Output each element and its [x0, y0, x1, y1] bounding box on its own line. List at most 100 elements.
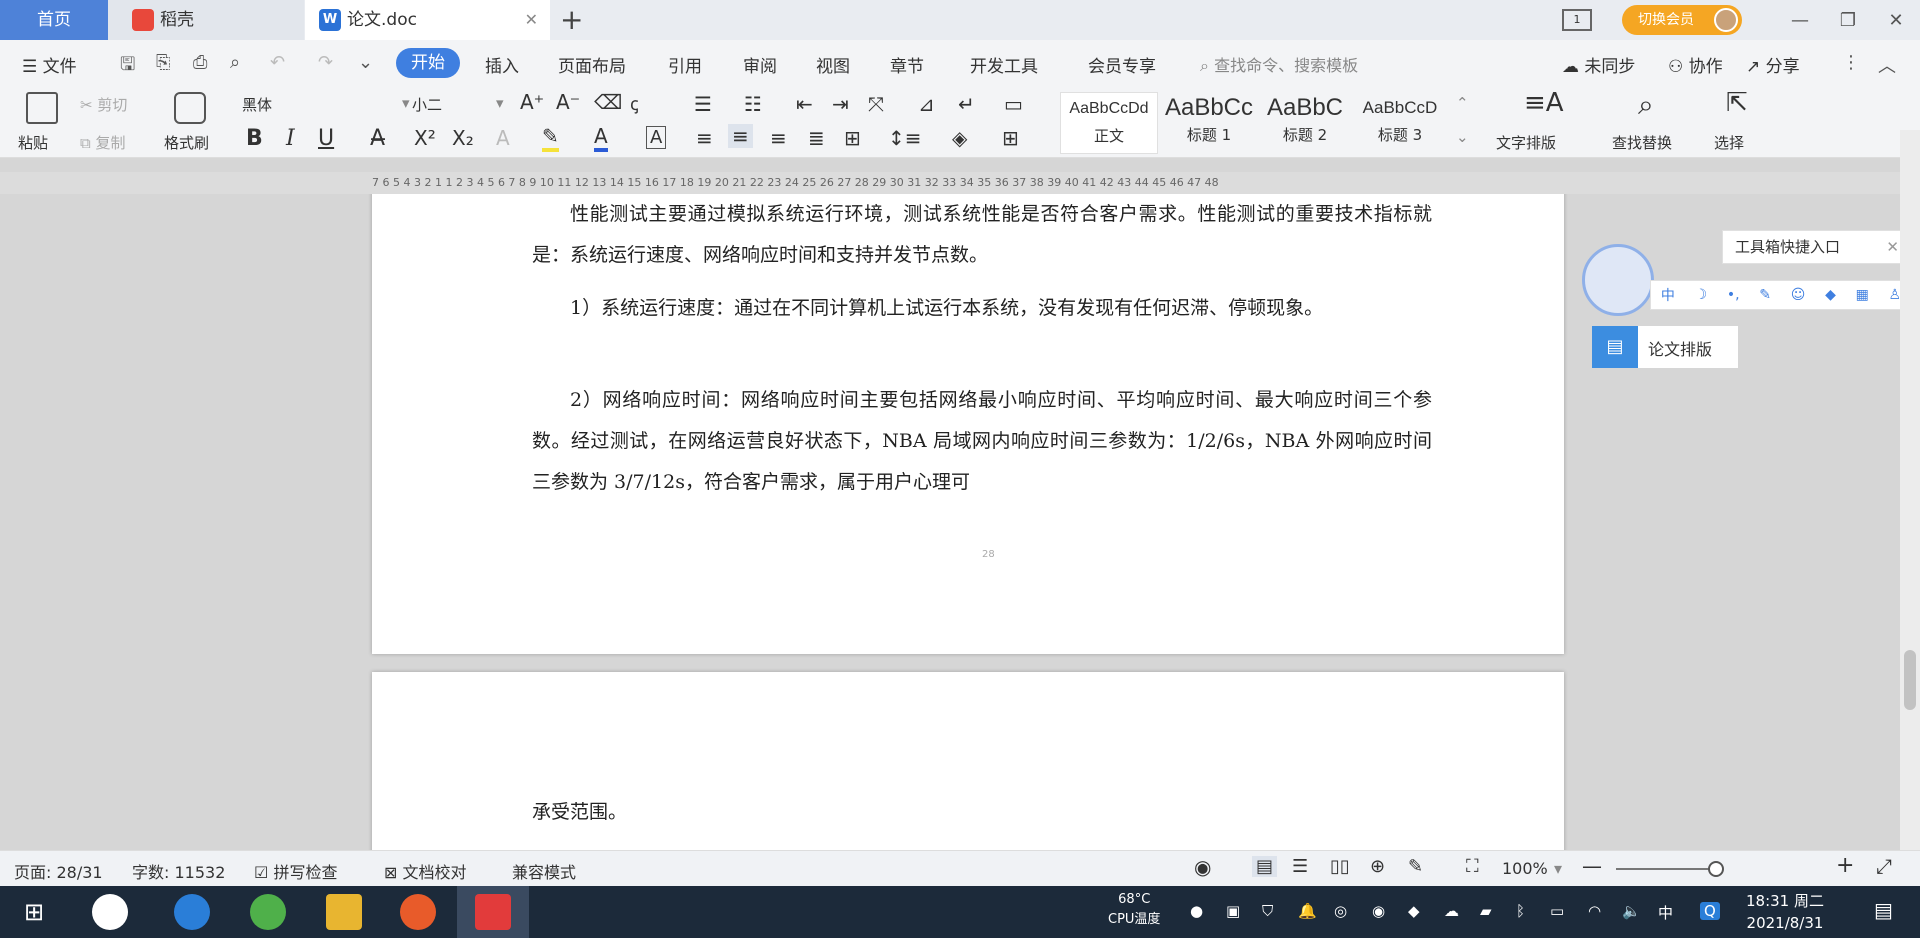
- minimize-icon[interactable]: —: [1776, 10, 1824, 31]
- scrollbar-thumb[interactable]: [1904, 650, 1916, 710]
- avatar[interactable]: [1714, 8, 1738, 32]
- justify-icon[interactable]: ≣: [808, 126, 825, 150]
- collapse-ribbon-icon[interactable]: ︿: [1878, 52, 1896, 78]
- close-tip-icon[interactable]: ✕: [1886, 231, 1899, 263]
- menu-home[interactable]: 开始: [396, 48, 460, 78]
- paragraph-performance-test[interactable]: 性能测试主要通过模拟系统运行环境，测试系统性能是否符合客户需求。性能测试的重要技…: [532, 194, 1432, 276]
- menu-insert[interactable]: 插入: [485, 52, 519, 77]
- font-size-select[interactable]: 小二: [412, 94, 442, 115]
- tray-network-tool-icon[interactable]: ▣: [1226, 902, 1240, 920]
- phonetic-icon[interactable]: ꞔ: [630, 92, 639, 116]
- spell-check-button[interactable]: ☑ 拼写检查: [254, 859, 337, 883]
- ime-skin-icon[interactable]: ◆: [1825, 287, 1836, 303]
- styles-scroll-up-icon[interactable]: ⌃: [1456, 94, 1469, 112]
- doc-proof-button[interactable]: ⊠ 文档校对: [384, 859, 467, 883]
- thesis-layout-button[interactable]: ▤ 论文排版: [1592, 326, 1738, 368]
- outline-view-icon[interactable]: ☰: [1292, 856, 1308, 877]
- bullet-list-icon[interactable]: ☰: [694, 92, 712, 116]
- document-page[interactable]: 性能测试主要通过模拟系统运行环境，测试系统性能是否符合客户需求。性能测试的重要技…: [372, 194, 1564, 654]
- highlight-icon[interactable]: ✎: [542, 124, 559, 152]
- tab-daoke[interactable]: 稻壳: [108, 0, 304, 40]
- horizontal-ruler[interactable]: 7 6 5 4 3 2 1 1 2 3 4 5 6 7 8 9 10 11 12…: [0, 172, 1900, 194]
- system-clock[interactable]: 18:31 周二 2021/8/31: [1746, 890, 1824, 934]
- bluetooth-icon[interactable]: ᛒ: [1516, 902, 1525, 920]
- ime-tool-icon[interactable]: ✎: [1759, 287, 1771, 303]
- customize-dropdown-icon[interactable]: ⌄: [358, 52, 373, 73]
- numbered-list-icon[interactable]: ☷: [744, 92, 762, 116]
- eye-protection-icon[interactable]: ◉: [1194, 855, 1211, 879]
- find-replace-icon[interactable]: ⌕: [1638, 88, 1654, 122]
- ime-punct-icon[interactable]: •,: [1727, 287, 1740, 303]
- style-normal[interactable]: AaBbCcDd 正文: [1060, 92, 1158, 154]
- char-border-icon[interactable]: A: [646, 126, 667, 149]
- redo-icon[interactable]: ↷: [318, 52, 333, 73]
- grow-font-icon[interactable]: A⁺: [520, 90, 544, 114]
- select-button[interactable]: 选择: [1714, 132, 1744, 153]
- cpu-temp-widget[interactable]: 68°C CPU温度: [1108, 890, 1160, 930]
- save-icon[interactable]: 🖫: [120, 52, 135, 82]
- font-color-icon[interactable]: A: [594, 124, 608, 152]
- paragraph-run-speed[interactable]: 1）系统运行速度：通过在不同计算机上试运行本系统，没有发现有任何迟滞、停顿现象。: [532, 288, 1432, 329]
- ime-toolbar[interactable]: 中 ☽ •, ✎ ☺ ◆ ▦ ♙: [1650, 280, 1912, 310]
- text-layout-button[interactable]: 文字排版: [1496, 132, 1556, 153]
- paragraph-continued[interactable]: 承受范围。: [532, 792, 1432, 833]
- format-painter-button[interactable]: 格式刷: [164, 132, 209, 153]
- wifi-icon[interactable]: ◠: [1588, 902, 1601, 920]
- paste-icon[interactable]: [26, 92, 58, 124]
- shrink-font-icon[interactable]: A⁻: [556, 90, 580, 114]
- select-cursor-icon[interactable]: ⇱: [1726, 88, 1748, 118]
- menu-page-layout[interactable]: 页面布局: [558, 52, 626, 77]
- zoom-dropdown-icon[interactable]: ▾: [1554, 859, 1562, 878]
- tab-home[interactable]: 首页: [0, 0, 108, 40]
- bold-icon[interactable]: B: [246, 126, 263, 151]
- new-tab-icon[interactable]: +: [560, 3, 583, 36]
- ime-moon-icon[interactable]: ☽: [1695, 287, 1708, 303]
- chinese-layout-icon[interactable]: ⤧: [868, 92, 884, 116]
- find-replace-button[interactable]: 查找替换: [1612, 132, 1672, 153]
- paragraph-response-time[interactable]: 2）网络响应时间：网络响应时间主要包括网络最小响应时间、平均响应时间、最大响应时…: [532, 380, 1432, 503]
- tray-qq-icon[interactable]: ◉: [1372, 902, 1385, 920]
- reading-view-icon[interactable]: ▯▯: [1330, 856, 1350, 877]
- strikethrough-icon[interactable]: A̶: [370, 126, 385, 151]
- menu-view[interactable]: 视图: [816, 52, 850, 77]
- wps-writer-icon[interactable]: [475, 894, 511, 930]
- print-icon[interactable]: ⎙: [193, 52, 207, 73]
- close-window-icon[interactable]: ✕: [1872, 10, 1920, 31]
- align-center-icon[interactable]: ≡: [728, 124, 753, 148]
- superscript-icon[interactable]: X²: [414, 126, 436, 150]
- floating-assistant-button[interactable]: [1582, 244, 1654, 316]
- tray-red-icon[interactable]: ●: [1190, 902, 1203, 920]
- tray-app-icon[interactable]: ◎: [1334, 902, 1347, 920]
- switch-vip-button[interactable]: 切换会员: [1622, 5, 1742, 35]
- shading-icon[interactable]: ◈: [952, 126, 967, 150]
- style-heading-1[interactable]: AaBbCc 标题 1: [1160, 92, 1258, 154]
- style-heading-3[interactable]: AaBbCcD 标题 3: [1352, 92, 1448, 154]
- battery-icon[interactable]: ▭: [1550, 902, 1564, 920]
- collab-button[interactable]: ⚇ 协作: [1668, 52, 1723, 77]
- command-search[interactable]: ⌕ 查找命令、搜索模板: [1200, 52, 1358, 76]
- zoom-level[interactable]: 100%: [1502, 859, 1548, 878]
- line-spacing-icon[interactable]: ↕≡: [888, 126, 922, 150]
- window-layout-icon[interactable]: 1: [1562, 9, 1592, 31]
- file-menu[interactable]: ☰ 文件: [22, 52, 77, 77]
- align-right-icon[interactable]: ≡: [770, 126, 787, 150]
- tray-cloud-icon[interactable]: ☁: [1444, 902, 1459, 920]
- underline-icon[interactable]: U: [318, 126, 334, 151]
- text-layout-icon[interactable]: ≡A: [1524, 88, 1564, 118]
- font-name-select[interactable]: 黑体: [242, 94, 272, 115]
- toolbox-shortcut-tip[interactable]: 工具箱快捷入口 ✕: [1722, 230, 1908, 264]
- font-name-dropdown-icon[interactable]: ▾: [402, 94, 410, 112]
- file-explorer-icon[interactable]: [326, 894, 362, 930]
- styles-more-icon[interactable]: ⌄: [1456, 128, 1469, 146]
- cut-button[interactable]: ✂ 剪切: [80, 94, 127, 115]
- ie-browser-icon[interactable]: [174, 894, 210, 930]
- tray-shield-icon[interactable]: ⛉: [1262, 902, 1273, 920]
- subscript-icon[interactable]: X₂: [452, 126, 474, 150]
- green-browser-icon[interactable]: [250, 894, 286, 930]
- media-app-icon[interactable]: [400, 894, 436, 930]
- menu-review[interactable]: 审阅: [743, 52, 777, 77]
- zoom-slider[interactable]: [1616, 868, 1716, 870]
- text-effect-icon[interactable]: A: [496, 126, 510, 150]
- menu-chapter[interactable]: 章节: [890, 52, 924, 77]
- action-center-icon[interactable]: ▤: [1874, 898, 1893, 922]
